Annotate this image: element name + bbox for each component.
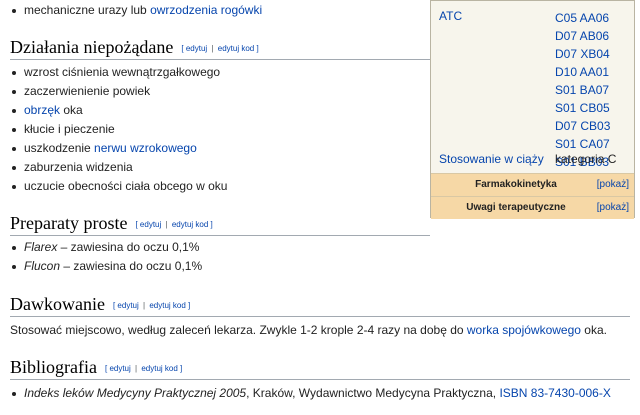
separator: |	[165, 220, 168, 229]
section-therapeutic-notes: Uwagi terapeutyczne [pokaż]	[431, 196, 634, 219]
item-text: kłucie i pieczenie	[24, 122, 115, 136]
list-item: Flarex – zawiesina do oczu 0,1%	[0, 238, 202, 257]
pregnancy-row: Stosowanie w ciąży kategoria C	[439, 152, 629, 166]
section-pharmacokinetics: Farmakokinetyka [pokaż]	[431, 173, 634, 196]
atc-codes: C05 AA06 D07 AB06 D07 XB04 D10 AA01 S01 …	[555, 9, 610, 171]
product-desc: – zawiesina do oczu 0,1%	[60, 259, 203, 273]
pregnancy-value: kategoria C	[555, 152, 617, 166]
item-text: uszkodzenie	[24, 141, 95, 155]
edema-link[interactable]: obrzęk	[24, 103, 60, 117]
atc-code-link[interactable]: S01 CB05	[555, 101, 610, 115]
list-item: mechaniczne urazy lub owrzodzenia rogówk…	[0, 1, 262, 20]
atc-code-link[interactable]: D10 AA01	[555, 65, 609, 79]
dosage-paragraph: Stosować miejscowo, według zaleceń lekar…	[10, 321, 607, 339]
show-toggle-link[interactable]: [pokaż]	[597, 197, 629, 219]
product-desc: – zawiesina do oczu 0,1%	[57, 240, 200, 254]
bibliography-list: Indeks leków Medycyny Praktycznej 2005, …	[0, 384, 611, 403]
side-effects-list: wzrost ciśnienia wewnątrzgałkowego zacze…	[0, 63, 227, 196]
atc-code-link[interactable]: S01 BA07	[555, 83, 609, 97]
show-toggle-link[interactable]: [pokaż]	[597, 174, 629, 196]
heading-text: Działania niepożądane	[10, 37, 174, 57]
heading-text: Preparaty proste	[10, 213, 128, 233]
item-text: zaczerwienienie powiek	[24, 84, 151, 98]
list-item: Flucon – zawiesina do oczu 0,1%	[0, 257, 202, 276]
edit-links: [ edytuj | edytuj kod ]	[112, 301, 191, 310]
top-list: mechaniczne urazy lub owrzodzenia rogówk…	[0, 1, 262, 20]
edit-links: [ edytuj | edytuj kod ]	[135, 220, 213, 229]
section-heading-dosage: Dawkowanie [ edytuj | edytuj kod ]	[10, 292, 630, 317]
list-item: zaczerwienienie powiek	[0, 82, 227, 101]
list-item: zaburzenia widzenia	[0, 158, 227, 177]
dosage-text-end: oka.	[580, 323, 607, 337]
heading-text: Dawkowanie	[10, 294, 105, 314]
item-text: wzrost ciśnienia wewnątrzgałkowego	[24, 65, 221, 79]
product-name: Flarex	[24, 240, 58, 254]
edit-link[interactable]: edytuj	[117, 301, 138, 310]
list-item: Indeks leków Medycyny Praktycznej 2005, …	[0, 384, 611, 403]
edit-links: [ edytuj | edytuj kod ]	[104, 364, 183, 373]
dosage-text: Stosować miejscowo, według zaleceń lekar…	[10, 323, 467, 337]
atc-code-link[interactable]: S01 CA07	[555, 137, 610, 151]
atc-code-link[interactable]: D07 XB04	[555, 47, 610, 61]
section-heading-side-effects: Działania niepożądane [ edytuj | edytuj k…	[10, 35, 430, 60]
section-title: Uwagi terapeutyczne	[466, 202, 566, 213]
edit-code-link[interactable]: edytuj kod	[149, 301, 185, 310]
section-title: Farmakokinetyka	[475, 179, 557, 190]
separator: |	[211, 44, 214, 53]
edit-link[interactable]: edytuj	[186, 44, 207, 53]
product-name: Flucon	[24, 259, 61, 273]
separator: |	[135, 364, 138, 373]
edit-code-link[interactable]: edytuj kod	[172, 220, 208, 229]
item-text: zaburzenia widzenia	[24, 160, 133, 174]
list-item: kłucie i pieczenie	[0, 120, 227, 139]
isbn-link[interactable]: ISBN 83-7430-006-X	[499, 386, 610, 400]
edit-links: [ edytuj | edytuj kod ]	[181, 44, 259, 53]
atc-code-link[interactable]: D07 CB03	[555, 119, 610, 133]
reference-title: Indeks leków Medycyny Praktycznej 2005	[24, 386, 247, 400]
atc-label-link[interactable]: ATC	[439, 9, 462, 23]
edit-code-link[interactable]: edytuj kod	[218, 44, 254, 53]
item-text: oka	[60, 103, 83, 117]
edit-link[interactable]: edytuj	[109, 364, 130, 373]
edit-code-link[interactable]: edytuj kod	[141, 364, 177, 373]
list-item: uszkodzenie nerwu wzrokowego	[0, 139, 227, 158]
pregnancy-label-link[interactable]: Stosowanie w ciąży	[439, 152, 544, 166]
atc-code-link[interactable]: C05 AA06	[555, 11, 609, 25]
corneal-ulcer-link[interactable]: owrzodzenia rogówki	[150, 3, 262, 17]
section-heading-preparations: Preparaty proste [ edytuj | edytuj kod ]	[10, 211, 430, 236]
list-item: uczucie obecności ciała obcego w oku	[0, 177, 227, 196]
list-item-text: mechaniczne urazy lub	[24, 3, 151, 17]
reference-details: , Kraków, Wydawnictwo Medycyna Praktyczn…	[246, 386, 500, 400]
edit-link[interactable]: edytuj	[140, 220, 161, 229]
conjunctival-sac-link[interactable]: worka spojówkowego	[467, 323, 581, 337]
section-heading-bibliography: Bibliografia [ edytuj | edytuj kod ]	[10, 355, 630, 380]
separator: |	[143, 301, 146, 310]
optic-nerve-link[interactable]: nerwu wzrokowego	[94, 141, 197, 155]
atc-code-link[interactable]: D07 AB06	[555, 29, 609, 43]
item-text: uczucie obecności ciała obcego w oku	[24, 179, 228, 193]
drug-infobox: ATC C05 AA06 D07 AB06 D07 XB04 D10 AA01 …	[430, 0, 635, 219]
list-item: wzrost ciśnienia wewnątrzgałkowego	[0, 63, 227, 82]
list-item: obrzęk oka	[0, 101, 227, 120]
preparations-list: Flarex – zawiesina do oczu 0,1% Flucon –…	[0, 238, 202, 276]
heading-text: Bibliografia	[10, 357, 97, 377]
